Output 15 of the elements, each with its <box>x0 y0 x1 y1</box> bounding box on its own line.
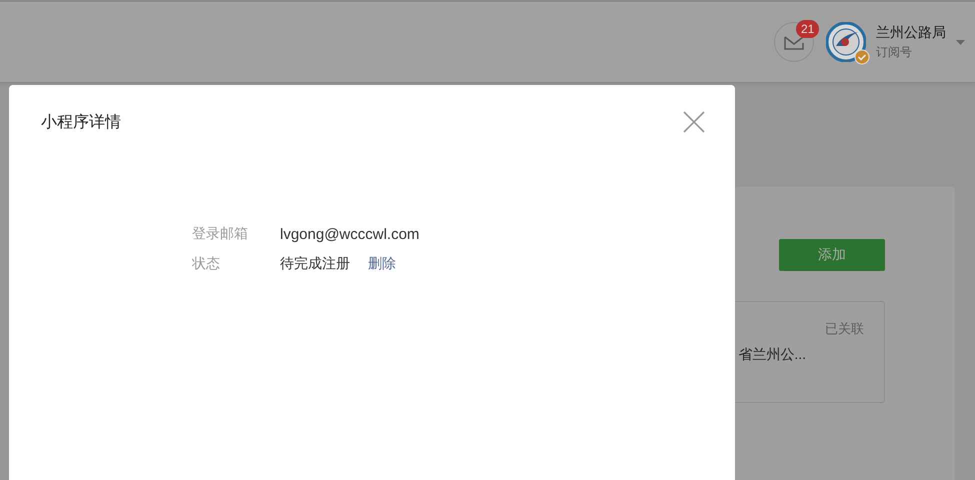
mini-program-name: 省兰州公... <box>738 346 806 364</box>
caret-icon[interactable] <box>956 40 965 44</box>
field-label: 登录邮箱 <box>192 225 249 243</box>
field-label: 状态 <box>192 255 221 273</box>
field-value: 待完成注册 <box>280 255 350 273</box>
mail-icon <box>784 34 804 50</box>
link-status: 已关联 <box>825 320 864 338</box>
notification-count: 21 <box>796 20 820 38</box>
delete-link[interactable]: 删除 <box>368 255 396 273</box>
close-icon <box>683 111 705 133</box>
account-type: 订阅号 <box>876 44 913 60</box>
field-value: lvgong@wcccwl.com <box>280 226 420 242</box>
account-name: 兰州公路局 <box>876 24 946 42</box>
dialog-title: 小程序详情 <box>41 112 121 132</box>
close-button[interactable] <box>683 111 705 133</box>
